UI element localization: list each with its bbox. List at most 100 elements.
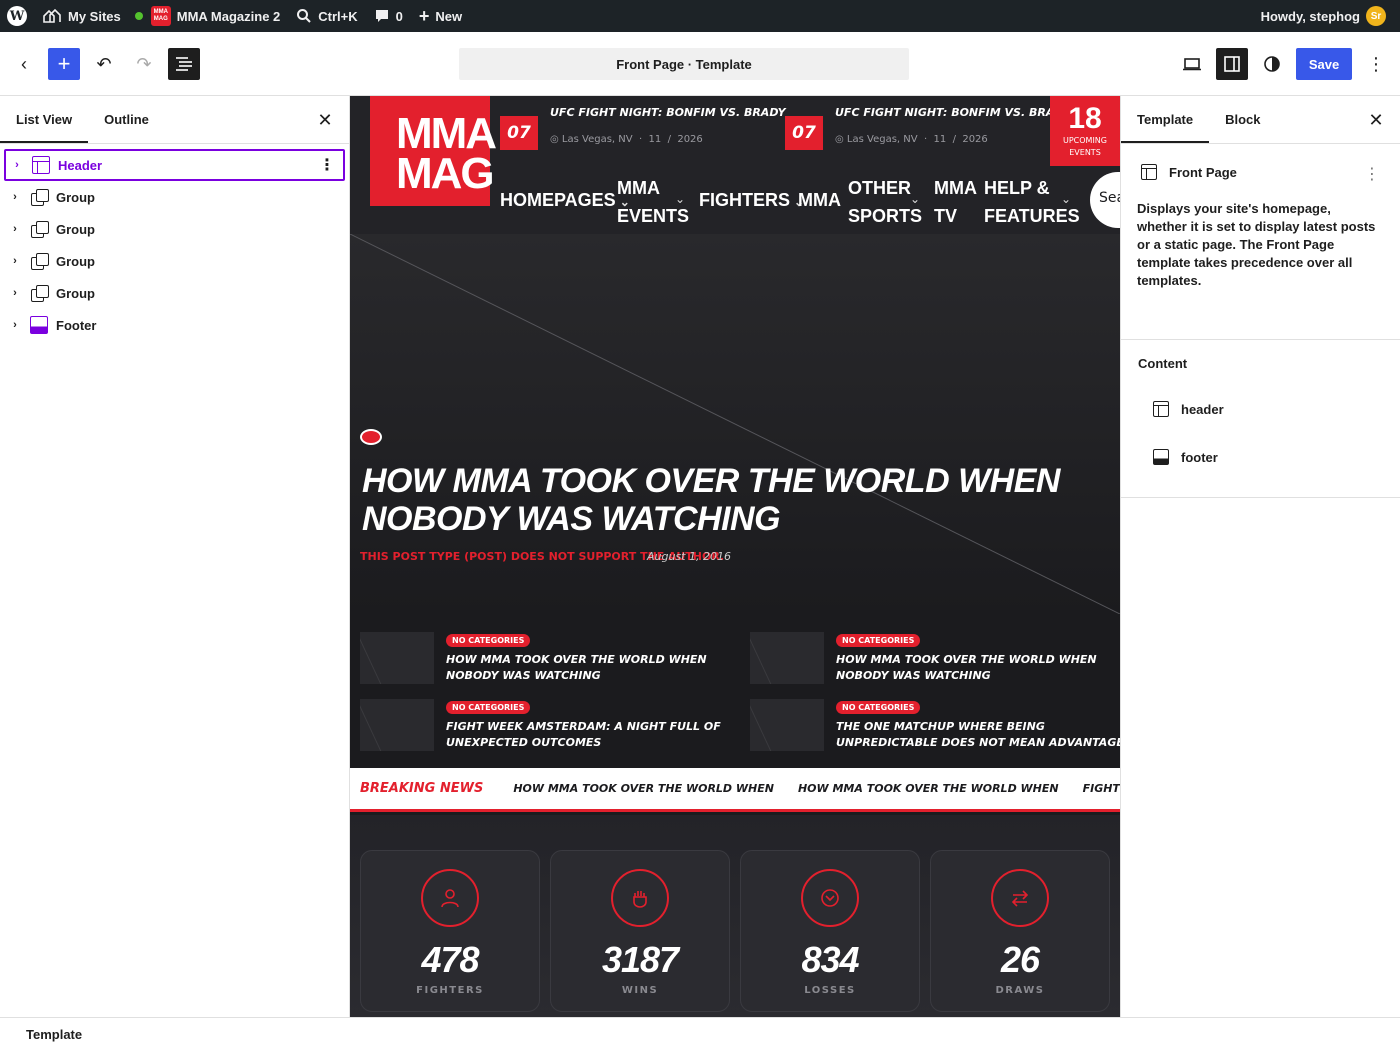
wordpress-logo-button[interactable]: W — [0, 0, 34, 32]
breaking-news-ticker[interactable]: BREAKING NEWS HOW MMA TOOK OVER THE WORL… — [350, 768, 1120, 812]
tree-item-group[interactable]: › Group — [4, 181, 345, 213]
account-menu[interactable]: Howdy, stephog Sr — [1253, 0, 1400, 32]
group-icon — [30, 252, 49, 270]
document-overview-button[interactable] — [168, 48, 200, 80]
more-vertical-icon[interactable]: ⋮ — [319, 155, 335, 175]
close-icon: ✕ — [1368, 109, 1384, 130]
hero-title[interactable]: HOW MMA TOOK OVER THE WORLD WHEN NOBODY … — [362, 462, 1102, 538]
site-logo[interactable]: MMA MAG — [370, 96, 497, 206]
back-button[interactable]: ‹ — [8, 48, 40, 80]
chevron-right-icon[interactable]: › — [4, 223, 26, 235]
chevron-right-icon[interactable]: › — [6, 159, 28, 171]
post-title[interactable]: HOW MMA TOOK OVER THE WORLD WHEN NOBODY … — [446, 652, 736, 684]
upcoming-count: 18 — [1068, 102, 1102, 135]
new-content-button[interactable]: + New — [411, 0, 470, 32]
chevron-right-icon[interactable]: › — [4, 191, 26, 203]
swap-arrows-icon — [991, 869, 1049, 927]
nav-item-mma[interactable]: MMA — [798, 186, 841, 214]
nav-item-mma-tv[interactable]: MMA TV — [934, 174, 977, 230]
stat-value: 26 — [1000, 939, 1040, 980]
wordpress-icon: W — [7, 6, 27, 26]
settings-toggle-button[interactable] — [1216, 48, 1248, 80]
command-search-button[interactable]: Ctrl+K — [288, 0, 365, 32]
post-title[interactable]: THE ONE MATCHUP WHERE BEING UNPREDICTABL… — [836, 719, 1120, 751]
chevron-right-icon[interactable]: › — [4, 255, 26, 267]
upcoming-events-badge[interactable]: 18 UPCOMING EVENTS — [1050, 96, 1120, 166]
category-badge: NO CATEGORIES — [446, 634, 531, 647]
options-menu-button[interactable]: ⋮ — [1360, 48, 1392, 80]
ticker-item[interactable]: FIGHT WEEK AMSTERDAM: A NIGHT FULL — [1083, 782, 1120, 795]
content-section-title: Content — [1138, 356, 1188, 371]
post-card[interactable]: NO CATEGORIES HOW MMA TOOK OVER THE WORL… — [360, 630, 730, 686]
new-label: New — [435, 8, 463, 24]
post-card[interactable]: NO CATEGORIES FIGHT WEEK AMSTERDAM: A NI… — [360, 697, 730, 753]
close-list-view-button[interactable]: ✕ — [313, 108, 337, 132]
tab-list-view[interactable]: List View — [0, 96, 88, 143]
ticker-item[interactable]: HOW MMA TOOK OVER THE WORLD WHEN — [513, 782, 774, 795]
event-item[interactable]: 07 UFC FIGHT NIGHT: BONFIM VS. BRADY ◎ L… — [785, 96, 1071, 166]
tree-item-label: Group — [56, 189, 95, 205]
site-header[interactable]: MMA MAG 07 UFC FIGHT NIGHT: BONFIM VS. B… — [350, 96, 1120, 234]
chevron-right-icon[interactable]: › — [4, 319, 26, 331]
tree-item-footer[interactable]: › Footer — [4, 309, 345, 341]
stat-value: 478 — [421, 939, 479, 980]
layout-icon — [1141, 164, 1157, 180]
nav-item-homepages[interactable]: HOMEPAGES ⌄ — [500, 186, 630, 216]
redo-button[interactable]: ↷ — [128, 48, 160, 80]
chevron-down-icon: ⌄ — [910, 192, 921, 206]
hero-post[interactable]: HOW MMA TOOK OVER THE WORLD WHEN NOBODY … — [350, 234, 1120, 614]
my-sites-menu[interactable]: My Sites — [34, 0, 129, 32]
tab-template[interactable]: Template — [1121, 96, 1209, 143]
event-item[interactable]: 07 UFC FIGHT NIGHT: BONFIM VS. BRADY ◎ L… — [500, 96, 786, 166]
post-card[interactable]: NO CATEGORIES HOW MMA TOOK OVER THE WORL… — [750, 630, 1120, 686]
site-name-label: MMA Magazine 2 — [176, 8, 281, 24]
editor-toolbar: ‹ + ↶ ↷ Front Page · Template Save ⋮ — [0, 32, 1400, 96]
close-settings-button[interactable]: ✕ — [1364, 108, 1388, 132]
breadcrumb-item-template[interactable]: Template — [26, 1027, 82, 1042]
block-inserter-button[interactable]: + — [48, 48, 80, 80]
styles-button[interactable] — [1256, 48, 1288, 80]
category-badge: NO CATEGORIES — [836, 701, 921, 714]
stat-card-draws[interactable]: 26 DRAWS — [930, 850, 1110, 1012]
post-title[interactable]: FIGHT WEEK AMSTERDAM: A NIGHT FULL OF UN… — [446, 719, 736, 751]
post-thumbnail — [360, 632, 434, 684]
editor-canvas[interactable]: MMA MAG 07 UFC FIGHT NIGHT: BONFIM VS. B… — [350, 96, 1120, 1017]
event-meta: ◎ Las Vegas, NV · 11 / 2026 — [550, 134, 703, 145]
post-thumbnail — [750, 632, 824, 684]
footer-part-icon — [1153, 449, 1169, 465]
content-item-header[interactable]: header — [1153, 387, 1384, 431]
location-pin-icon: ◎ — [835, 134, 844, 145]
comments-count: 0 — [395, 8, 403, 24]
ticker-item[interactable]: HOW MMA TOOK OVER THE WORLD WHEN — [798, 782, 1059, 795]
save-button[interactable]: Save — [1296, 48, 1352, 80]
template-actions-button[interactable]: ⋮ — [1364, 164, 1380, 184]
content-item-footer[interactable]: footer — [1153, 435, 1384, 479]
search-input[interactable]: Sear — [1090, 172, 1120, 228]
tree-item-header[interactable]: › Header ⋮ — [4, 149, 345, 181]
tab-outline[interactable]: Outline — [88, 96, 165, 143]
laptop-icon — [1183, 58, 1201, 71]
tree-item-group[interactable]: › Group — [4, 277, 345, 309]
document-title-bar[interactable]: Front Page · Template — [459, 48, 909, 80]
device-preview-button[interactable] — [1176, 48, 1208, 80]
nav-item-fighters[interactable]: FIGHTERS ⌄ — [699, 186, 804, 216]
my-sites-label: My Sites — [68, 8, 121, 24]
stat-card-losses[interactable]: 834 LOSSES — [740, 850, 920, 1012]
tab-block[interactable]: Block — [1209, 96, 1276, 143]
comments-button[interactable]: 0 — [366, 0, 411, 32]
event-title: UFC FIGHT NIGHT: BONFIM VS. BRADY — [550, 106, 786, 119]
stat-card-wins[interactable]: 3187 WINS — [550, 850, 730, 1012]
content-section: Content header footer — [1121, 340, 1400, 498]
list-view-tabs: List View Outline ✕ — [0, 96, 349, 144]
undo-button[interactable]: ↶ — [88, 48, 120, 80]
more-vertical-icon: ⋮ — [1364, 166, 1380, 183]
post-title[interactable]: HOW MMA TOOK OVER THE WORLD WHEN NOBODY … — [836, 652, 1120, 684]
tree-item-group[interactable]: › Group — [4, 213, 345, 245]
chevron-down-icon: ⌄ — [1061, 192, 1072, 206]
chevron-right-icon[interactable]: › — [4, 287, 26, 299]
list-view-panel: List View Outline ✕ › Header ⋮ › Group ›… — [0, 96, 350, 1017]
tree-item-group[interactable]: › Group — [4, 245, 345, 277]
site-name-menu[interactable]: MMA MAG MMA Magazine 2 — [143, 0, 289, 32]
post-card[interactable]: NO CATEGORIES THE ONE MATCHUP WHERE BEIN… — [750, 697, 1120, 753]
stat-card-fighters[interactable]: 478 FIGHTERS — [360, 850, 540, 1012]
